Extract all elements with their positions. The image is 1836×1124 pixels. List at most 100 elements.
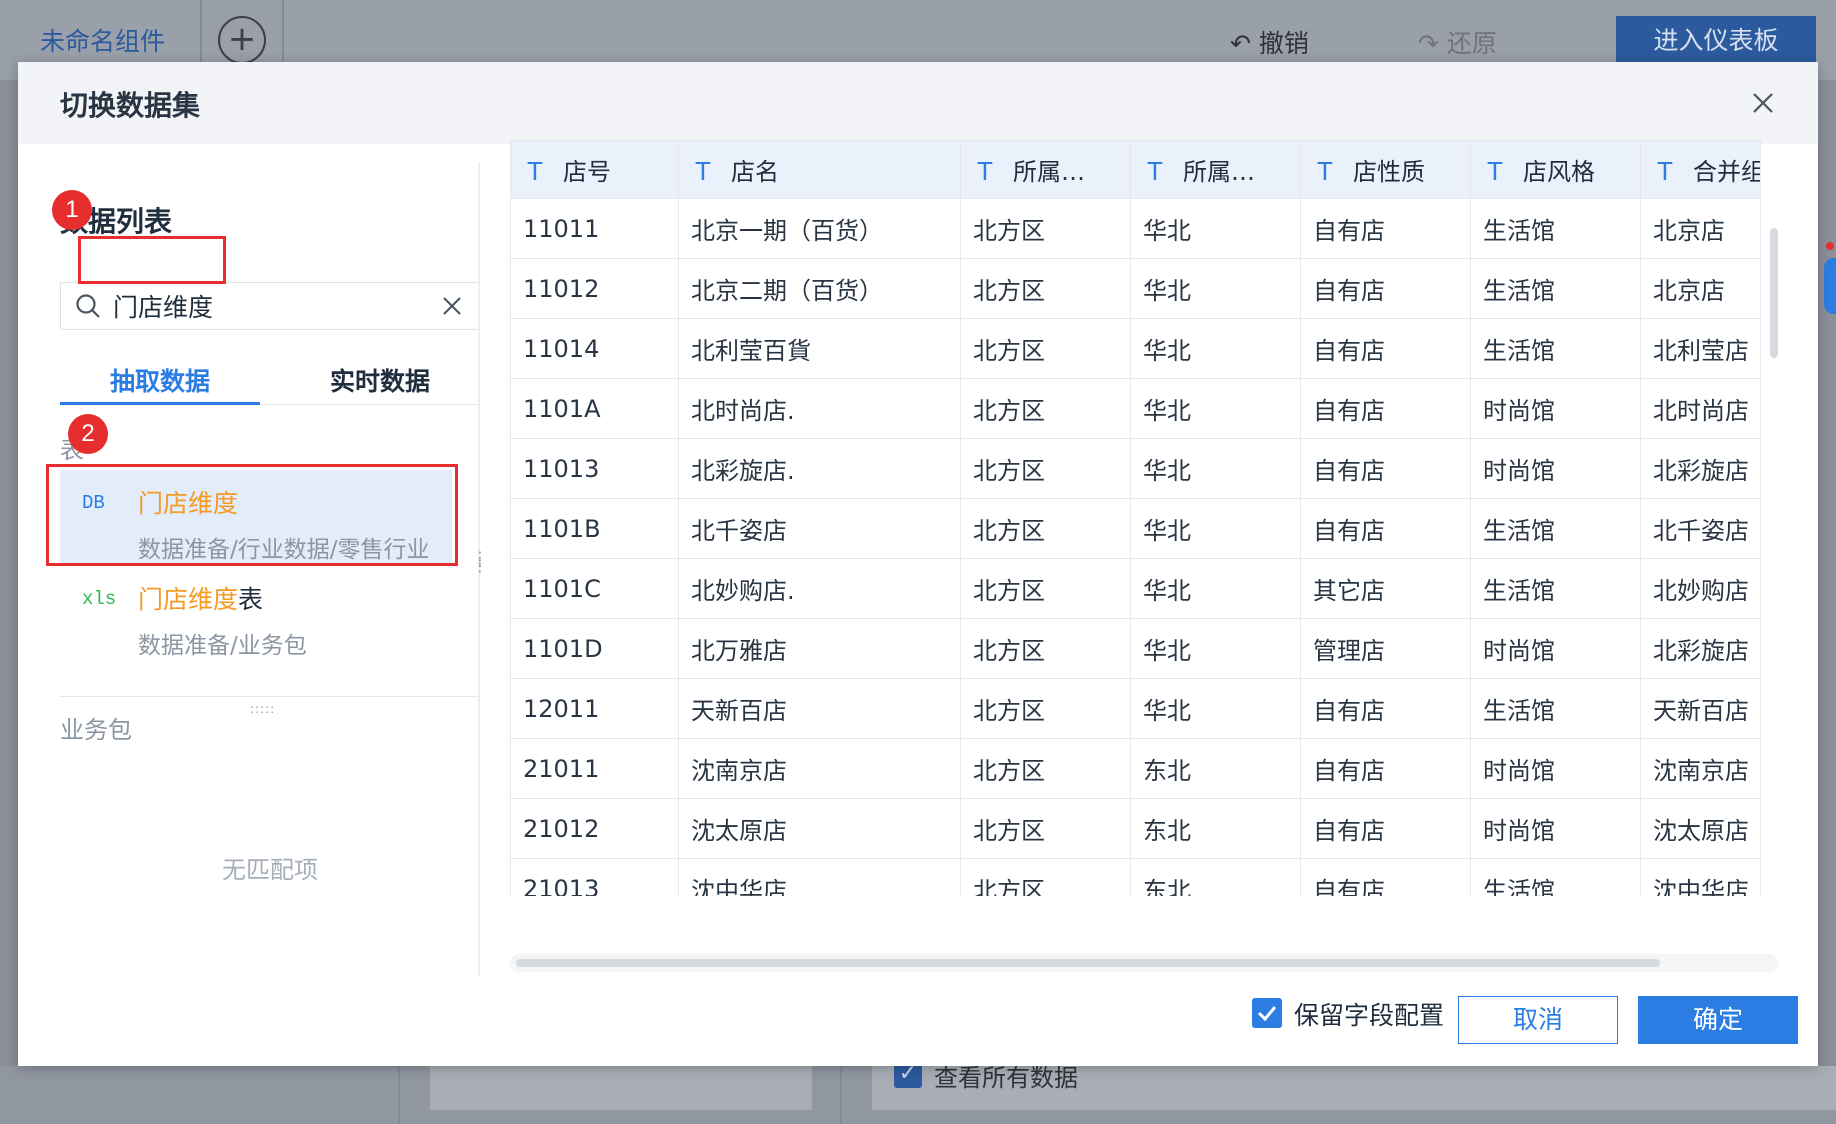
dataset-search-box[interactable] [60, 282, 480, 330]
list-divider [60, 696, 480, 697]
table-row: 1101D 北万雅店 北方区 华北 管理店 时尚馆 北彩旋店 [510, 618, 1761, 679]
table-body: 11011 北京一期（百货） 北方区 华北 自有店 生活馆 北京店 11012 北京二期（百货）… [510, 198, 1761, 896]
background-add-icon: + [218, 16, 266, 64]
search-input[interactable] [113, 289, 413, 323]
table-cell: 自有店 [1300, 798, 1471, 859]
text-type-icon: T [527, 156, 543, 186]
table-cell: 自有店 [1300, 438, 1471, 499]
table-row: 21012 沈太原店 北方区 东北 自有店 时尚馆 沈太原店 [510, 798, 1761, 859]
data-preview-table: T 店号 T 店名 T 所属… T 所属… T 店性质 T 店风格 T 合并组 11011 北京… [510, 140, 1778, 896]
keep-config-checkbox[interactable] [1252, 998, 1282, 1028]
table-cell: 管理店 [1300, 618, 1471, 679]
table-cell: 其它店 [1300, 558, 1471, 619]
table-cell: 1101B [510, 498, 679, 559]
table-cell: 1101C [510, 558, 679, 619]
excel-icon: xls [82, 588, 117, 610]
table-cell: 11013 [510, 438, 679, 499]
close-icon[interactable] [1748, 88, 1778, 118]
vertical-scrollbar[interactable] [1770, 228, 1778, 358]
table-cell: 生活馆 [1470, 558, 1641, 619]
table-row: 11014 北利莹百貨 北方区 华北 自有店 生活馆 北利莹店 [510, 318, 1761, 379]
table-cell: 生活馆 [1470, 858, 1641, 896]
text-type-icon: T [977, 156, 993, 186]
column-header[interactable]: T 店号 [510, 140, 679, 199]
text-type-icon: T [1657, 156, 1673, 186]
dataset-name-highlight: 门店维度 [138, 585, 239, 614]
table-cell: 自有店 [1300, 198, 1471, 259]
clear-search-icon[interactable] [439, 293, 465, 319]
column-header[interactable]: T 店风格 [1470, 140, 1641, 199]
text-type-icon: T [1147, 156, 1163, 186]
column-header-label: 店名 [731, 158, 779, 186]
column-header[interactable]: T 店性质 [1300, 140, 1471, 199]
background-redo-button: ↷ 还原 [1418, 24, 1497, 60]
table-cell: 北千姿店 [1640, 498, 1761, 559]
dataset-name-rest: 表 [238, 585, 264, 614]
search-icon [76, 294, 100, 318]
table-cell: 天新百店 [1640, 678, 1761, 739]
table-cell: 时尚馆 [1470, 438, 1641, 499]
table-row: 21013 沈中华店 北方区 东北 自有店 生活馆 沈中华店 [510, 858, 1761, 896]
table-cell: 沈中华店 [1640, 858, 1761, 896]
background-undo-button: ↶ 撤销 [1230, 24, 1309, 60]
column-header[interactable]: T 店名 [678, 140, 961, 199]
dataset-result-item[interactable]: xls 门店维度表 数据准备/业务包 [60, 566, 452, 662]
table-cell: 北利莹百貨 [678, 318, 961, 379]
dataset-path: 数据准备/业务包 [138, 633, 307, 659]
table-row: 21011 沈南京店 北方区 东北 自有店 时尚馆 沈南京店 [510, 738, 1761, 799]
active-tab-indicator [60, 402, 260, 405]
table-cell: 1101D [510, 618, 679, 679]
table-cell: 华北 [1130, 438, 1301, 499]
table-cell: 生活馆 [1470, 678, 1641, 739]
table-cell: 21011 [510, 738, 679, 799]
keep-config-label: 保留字段配置 [1294, 1001, 1445, 1030]
table-row: 12011 天新百店 北方区 华北 自有店 生活馆 天新百店 [510, 678, 1761, 739]
side-expand-tab[interactable] [1824, 258, 1836, 314]
column-header-label: 店号 [563, 158, 611, 186]
table-cell: 北利莹店 [1640, 318, 1761, 379]
drag-handle-icon[interactable]: ⋮ ⋮ [472, 550, 488, 574]
table-cell: 北京二期（百货） [678, 258, 961, 319]
tab-extract-data[interactable]: 抽取数据 [60, 362, 260, 398]
table-cell: 生活馆 [1470, 498, 1641, 559]
column-header-label: 所属… [1013, 158, 1085, 186]
table-cell: 北方区 [960, 318, 1131, 379]
cancel-button[interactable]: 取消 [1458, 996, 1618, 1044]
tab-realtime-data[interactable]: 实时数据 [280, 362, 480, 398]
tab-divider [260, 404, 480, 405]
annotation-badge: 1 [52, 190, 92, 230]
table-cell: 华北 [1130, 318, 1301, 379]
table-cell: 华北 [1130, 498, 1301, 559]
horizontal-scrollbar[interactable] [516, 959, 1660, 967]
table-cell: 华北 [1130, 198, 1301, 259]
table-cell: 华北 [1130, 258, 1301, 319]
no-match-text: 无匹配项 [222, 856, 318, 884]
table-cell: 北方区 [960, 258, 1131, 319]
table-cell: 华北 [1130, 678, 1301, 739]
background-divider [398, 1066, 400, 1124]
table-cell: 北京一期（百货） [678, 198, 961, 259]
table-cell: 自有店 [1300, 318, 1471, 379]
resize-handle-icon[interactable]: ::::: [250, 702, 275, 716]
table-cell: 东北 [1130, 738, 1301, 799]
text-type-icon: T [1487, 156, 1503, 186]
background-undo-label: 撤销 [1258, 29, 1309, 58]
table-cell: 北彩旋店. [678, 438, 961, 499]
column-header[interactable]: T 所属… [1130, 140, 1301, 199]
table-cell: 北方区 [960, 618, 1131, 679]
background-divider [840, 1066, 842, 1124]
confirm-button[interactable]: 确定 [1638, 996, 1798, 1044]
column-header[interactable]: T 合并组 [1640, 140, 1761, 199]
column-header[interactable]: T 所属… [960, 140, 1131, 199]
column-header-label: 店风格 [1523, 158, 1595, 186]
dialog-header: 切换数据集 [18, 62, 1818, 144]
annotation-highlight-box [78, 236, 226, 284]
background-redo-label: 还原 [1446, 29, 1497, 58]
table-cell: 21012 [510, 798, 679, 859]
table-cell: 北方区 [960, 498, 1131, 559]
table-cell: 天新百店 [678, 678, 961, 739]
preview-table: T 店号 T 店名 T 所属… T 所属… T 店性质 T 店风格 T 合并组 11011 北京… [510, 140, 1761, 896]
text-type-icon: T [695, 156, 711, 186]
table-cell: 北时尚店. [678, 378, 961, 439]
table-cell: 时尚馆 [1470, 378, 1641, 439]
